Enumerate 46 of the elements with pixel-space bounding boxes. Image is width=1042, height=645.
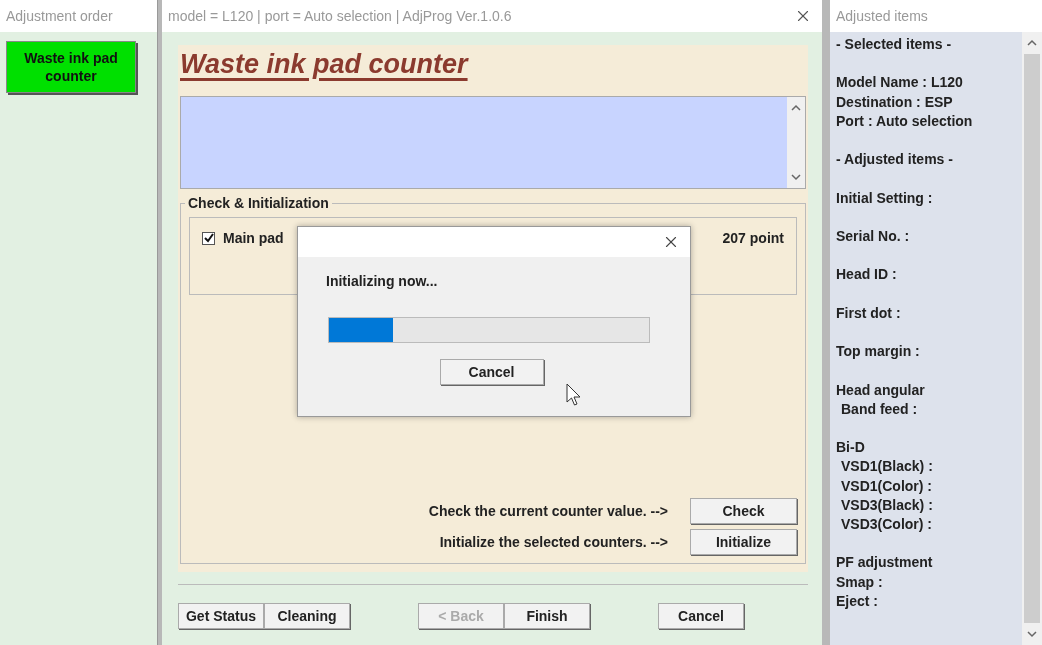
adjusted-item-line: Model Name : L120 [836, 73, 964, 93]
adjusted-item-line: - Selected items - [836, 35, 953, 54]
pane-title: Adjustment order [0, 0, 157, 32]
cancel-button[interactable]: Cancel [439, 359, 544, 385]
adjusted-item-line: Eject : [836, 591, 879, 611]
adjusted-item-line: Port : Auto selection [836, 111, 974, 131]
adjusted-item-line: PF adjustment [836, 553, 934, 573]
counter-label: Main pad [223, 230, 284, 247]
action-button[interactable]: Initialize [690, 529, 797, 555]
mouse-pointer-icon [566, 383, 582, 407]
checkbox[interactable] [202, 231, 215, 245]
adjusted-item-line: VSD3(Color) : [840, 514, 933, 534]
counter-reading: 207 point [722, 230, 784, 247]
scroll-up-icon[interactable] [791, 103, 801, 113]
scrollbar[interactable] [1022, 32, 1042, 645]
footer-button[interactable]: Get Status [178, 603, 264, 629]
adjusted-item-line: Smap : [836, 572, 884, 592]
adjustment-item-button[interactable]: Waste ink pad counter [6, 41, 136, 93]
adjusted-item-line: Serial No. : [836, 226, 911, 246]
adjusted-item-line: Head angular [836, 380, 926, 400]
footer-button[interactable]: Cancel [658, 603, 744, 629]
scrollbar[interactable] [787, 97, 805, 189]
group-title: Check & Initialization [187, 195, 330, 212]
scroll-up-icon[interactable] [1027, 38, 1037, 48]
footer-button[interactable]: Cleaning [264, 603, 350, 629]
adjusted-item-line: VSD3(Black) : [840, 495, 934, 515]
adjusted-item-line: First dot : [836, 303, 902, 323]
pane-title: Adjusted items [830, 0, 1042, 32]
adjusted-item-line: - Adjusted items - [836, 150, 954, 170]
dialog-message: Initializing now... [326, 273, 439, 289]
adjusted-item-line: VSD1(Color) : [840, 476, 933, 496]
action-description: Initialize the selected counters. --> [439, 534, 668, 550]
adjusted-item-line: Initial Setting : [836, 188, 934, 208]
adjusted-item-line: Head ID : [836, 265, 898, 285]
adjusted-item-line: Top margin : [836, 342, 921, 362]
action-description: Check the current counter value. --> [428, 503, 668, 519]
window-title: model = L120 | port = Auto selection | AdjProg Ver.1.0.6 [168, 8, 512, 24]
adjusted-item-line: VSD1(Black) : [840, 457, 934, 477]
scroll-down-icon[interactable] [1027, 629, 1037, 639]
action-button[interactable]: Check [690, 498, 797, 524]
adjusted-item-line: Destination : ESP [836, 92, 954, 112]
footer-button[interactable]: Finish [504, 603, 590, 629]
page-heading: Waste ink pad counter [180, 49, 470, 80]
adjusted-item-line: Band feed : [840, 399, 919, 419]
scroll-down-icon[interactable] [791, 172, 801, 183]
adjusted-item-line: Bi-D [836, 438, 866, 458]
